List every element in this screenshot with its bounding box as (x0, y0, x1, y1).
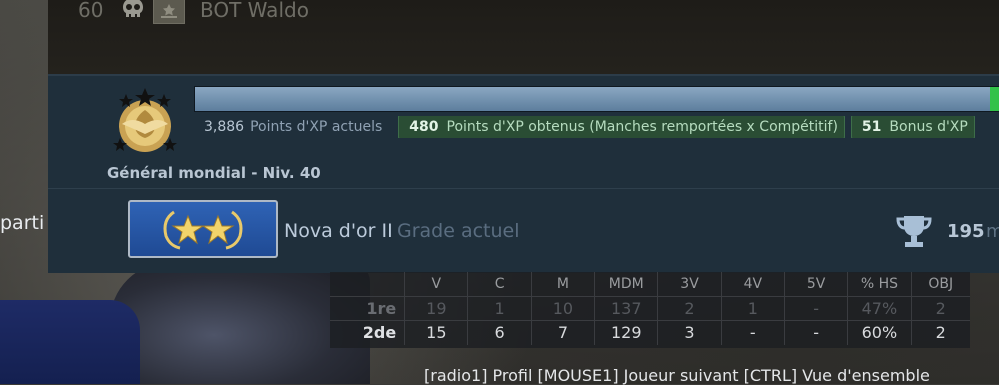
bonus-xp-label: Bonus d'XP (889, 119, 968, 135)
trophy-icon (894, 214, 934, 250)
current-xp-label: Points d'XP actuels (250, 119, 383, 135)
table-row: 1re 19 1 10 137 2 1-47% 2 (330, 296, 970, 321)
stats-cell: 137 (594, 297, 657, 321)
table-row: 2de 15 6 7 129 3- -60% 2 (330, 320, 970, 345)
earned-xp-chip: 480 Points d'XP obtenus (Manches remport… (398, 116, 845, 138)
competitive-rank-badge-icon (128, 200, 278, 258)
earned-xp-label: Points d'XP obtenus (Manches remportées … (446, 119, 838, 135)
stats-column-header: V (404, 272, 467, 296)
edge-partial-text: parti (0, 212, 45, 234)
xp-profile-panel: Général mondial - Niv. 40 3,886 Points d… (48, 74, 999, 273)
stats-cell: 19 (404, 297, 467, 321)
stats-cell: 2 (910, 321, 970, 345)
stats-column-header: 3V (657, 272, 720, 296)
player-name: BOT Waldo (200, 0, 309, 22)
stats-cell: - (783, 297, 847, 321)
stats-column-header: C (467, 272, 530, 296)
rank-subtitle: Grade actuel (397, 220, 520, 242)
stats-cell: 129 (594, 321, 657, 345)
round-stats-table: V C M MDM 3V 4V 5V% HS OBJ 1re 19 1 10 137 2 1-47% 2 2… (330, 272, 970, 348)
global-general-medal-icon (108, 86, 182, 162)
stats-column-header: % HS (847, 272, 910, 296)
stats-cell: - (720, 321, 784, 345)
stats-cell: 3 (657, 321, 720, 345)
player-sleeve (0, 300, 140, 384)
stats-cell: - (783, 321, 847, 345)
wins-count: 195 (947, 221, 985, 242)
player-ping: 60 (78, 0, 104, 22)
current-xp-chip: 3,886 Points d'XP actuels (194, 116, 392, 138)
player-rank-badge-icon (153, 0, 185, 24)
stats-cell: 6 (467, 321, 530, 345)
xp-progress-bar (194, 86, 999, 112)
bonus-xp-chip: 51 Bonus d'XP (850, 116, 975, 138)
earned-xp-value: 480 (409, 119, 439, 135)
stats-header-row: V C M MDM 3V 4V 5V% HS OBJ (330, 272, 970, 296)
wins-unit: m (986, 221, 999, 242)
stats-cell: 7 (530, 321, 594, 345)
stats-column-header: OBJ (910, 272, 970, 296)
profile-level-label: Général mondial - Niv. 40 (107, 164, 321, 182)
rank-name: Nova d'or II (284, 220, 393, 242)
stats-cell: 2 (910, 297, 970, 321)
stats-cell: 2 (657, 297, 720, 321)
stats-column-header: M (530, 272, 594, 296)
stats-cell: 47% (847, 297, 910, 321)
stats-cell: 15 (404, 321, 467, 345)
stats-row-label: 2de (362, 323, 397, 342)
controls-hint: [radio1] Profil [MOUSE1] Joueur suivant … (424, 366, 930, 385)
xp-breakdown: 3,886 Points d'XP actuels 480 Points d'X… (194, 116, 999, 138)
stats-column-header: 4V (720, 272, 784, 296)
stats-column-header: MDM (594, 272, 657, 296)
stats-cell: 60% (847, 321, 910, 345)
xp-progress-fill (195, 87, 992, 111)
current-xp-value: 3,886 (204, 119, 245, 135)
stats-header-spacer (330, 272, 404, 296)
stats-cell: 1 (720, 297, 784, 321)
stats-row-label: 1re (366, 299, 397, 318)
xp-gain-indicator (990, 87, 999, 111)
stats-cell: 10 (530, 297, 594, 321)
stats-column-header: 5V (783, 272, 847, 296)
panel-divider (48, 188, 999, 189)
scoreboard-backdrop (48, 0, 999, 74)
stats-cell: 1 (467, 297, 530, 321)
bonus-xp-value: 51 (861, 119, 882, 135)
skull-icon (118, 0, 148, 22)
